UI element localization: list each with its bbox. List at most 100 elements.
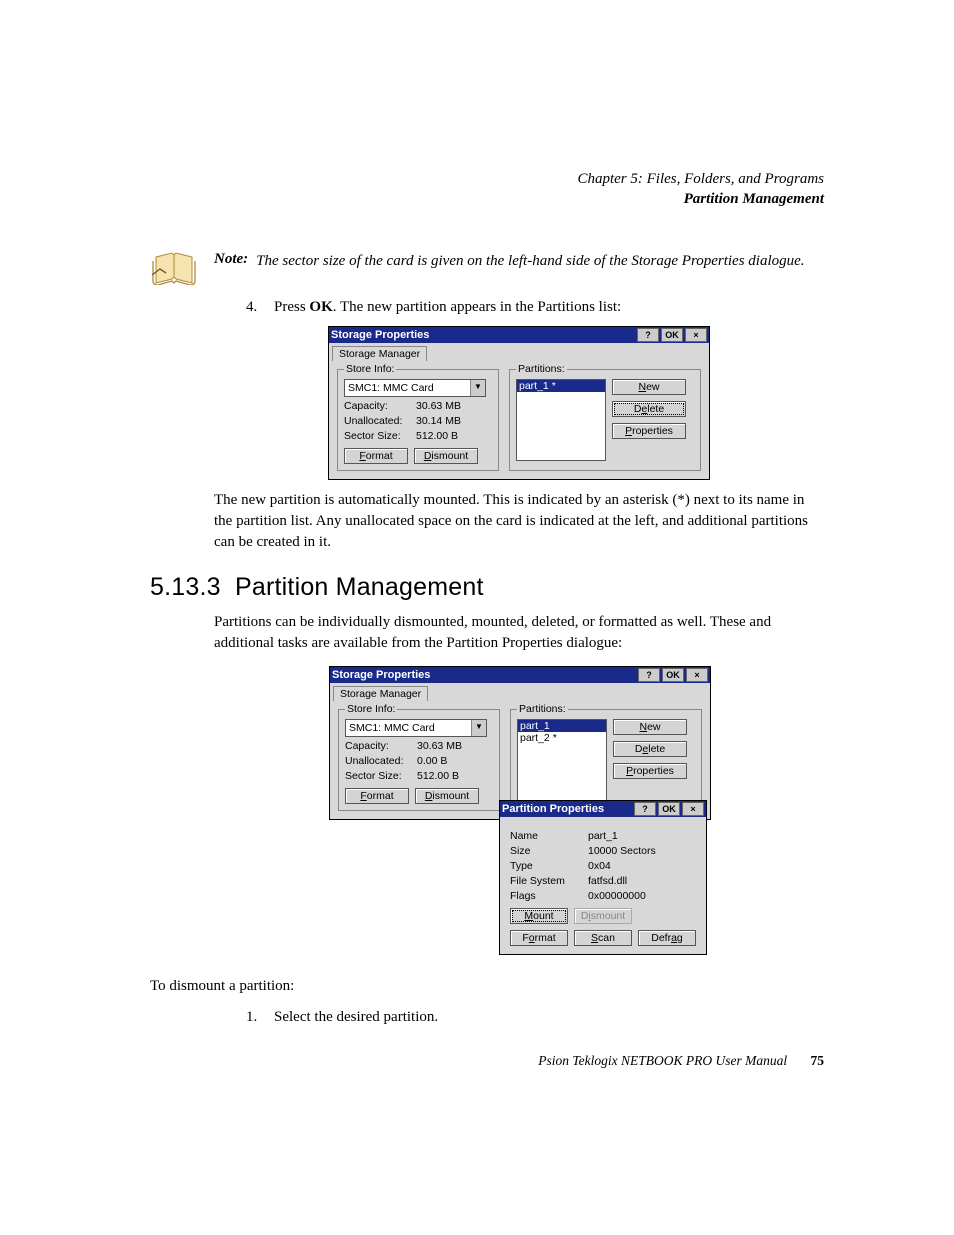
step-text: Press OK. The new partition appears in t… (274, 299, 621, 316)
close-button[interactable]: × (685, 328, 707, 342)
pp-fs-value: fatfsd.dll (588, 875, 627, 887)
partition-list[interactable]: part_1 * (516, 379, 606, 461)
partition-properties-dialog: Partition Properties ? OK × Namepart_1 S… (499, 800, 707, 955)
new-button[interactable]: New (613, 719, 687, 735)
tab-storage-manager[interactable]: Storage Manager (332, 346, 427, 361)
ok-button[interactable]: OK (662, 668, 684, 682)
page-header: Chapter 5: Files, Folders, and Programs … (150, 170, 824, 209)
step-pre: Press (274, 299, 309, 315)
sector-label: Sector Size: (345, 770, 417, 782)
device-dropdown[interactable]: SMC1: MMC Card ▼ (344, 379, 486, 397)
partition-list[interactable]: part_1 part_2 * (517, 719, 607, 801)
store-info-legend: Store Info: (344, 363, 396, 375)
titlebar: Storage Properties ? OK × (329, 327, 709, 343)
store-info-group: Store Info: SMC1: MMC Card ▼ Capacity:30… (338, 703, 500, 811)
titlebar: Partition Properties ? OK × (500, 801, 706, 817)
window-title: Partition Properties (502, 803, 604, 815)
scan-button[interactable]: Scan (574, 930, 632, 946)
partitions-legend: Partitions: (516, 363, 567, 375)
capacity-label: Capacity: (345, 740, 417, 752)
step-d1: 1. Select the desired partition. (246, 1009, 824, 1026)
book-icon (150, 249, 200, 285)
pp-type-label: Type (510, 860, 588, 872)
window-title: Storage Properties (331, 329, 429, 341)
chevron-down-icon: ▼ (471, 720, 486, 736)
unallocated-label: Unallocated: (344, 415, 416, 427)
page-number: 75 (811, 1053, 825, 1068)
unallocated-value: 0.00 B (417, 755, 447, 767)
step-4: 4. Press OK. The new partition appears i… (246, 299, 824, 316)
partition-item[interactable]: part_1 * (517, 380, 605, 392)
properties-button[interactable]: Properties (612, 423, 686, 439)
partition-item[interactable]: part_1 (518, 720, 606, 732)
note-label: Note: (214, 249, 248, 268)
help-button[interactable]: ? (638, 668, 660, 682)
storage-properties-dialog-1: Storage Properties ? OK × Storage Manage… (328, 326, 710, 480)
paragraph-after-dialog1: The new partition is automatically mount… (214, 490, 824, 553)
step-text: Select the desired partition. (274, 1009, 438, 1026)
pp-type-value: 0x04 (588, 860, 611, 872)
delete-button[interactable]: Delete (612, 401, 686, 417)
heading-num: 5.13.3 (150, 573, 221, 601)
unallocated-value: 30.14 MB (416, 415, 461, 427)
store-info-legend: Store Info: (345, 703, 397, 715)
heading-title: Partition Management (235, 573, 484, 601)
ok-button[interactable]: OK (658, 802, 680, 816)
close-button[interactable]: × (686, 668, 708, 682)
defrag-button[interactable]: Defrag (638, 930, 696, 946)
pm-intro: Partitions can be individually dismounte… (214, 612, 824, 654)
delete-button[interactable]: Delete (613, 741, 687, 757)
sector-value: 512.00 B (417, 770, 459, 782)
dismount-intro: To dismount a partition: (150, 976, 824, 997)
pp-flags-label: Flags (510, 890, 588, 902)
format-label-rest: ormat (366, 450, 393, 462)
dismount-button[interactable]: Dismount (414, 448, 478, 464)
unallocated-label: Unallocated: (345, 755, 417, 767)
dismount-label-rest: ismount (431, 450, 468, 462)
format-button[interactable]: Format (510, 930, 568, 946)
help-button[interactable]: ? (637, 328, 659, 342)
page-footer: Psion Teklogix NETBOOK PRO User Manual 7… (538, 1053, 824, 1069)
capacity-value: 30.63 MB (416, 400, 461, 412)
device-dropdown[interactable]: SMC1: MMC Card ▼ (345, 719, 487, 737)
pp-flags-value: 0x00000000 (588, 890, 646, 902)
note-text: The sector size of the card is given on … (256, 249, 804, 272)
capacity-value: 30.63 MB (417, 740, 462, 752)
partition-item[interactable]: part_2 * (518, 732, 606, 744)
mount-button[interactable]: Mount (510, 908, 568, 924)
partitions-group: Partitions: part_1 part_2 * New Delete P… (510, 703, 702, 811)
section-line: Partition Management (150, 190, 824, 210)
format-button[interactable]: Format (345, 788, 409, 804)
device-name: SMC1: MMC Card (346, 720, 471, 736)
ok-bold: OK (309, 299, 332, 315)
step-number: 4. (246, 299, 274, 316)
window-title: Storage Properties (332, 669, 430, 681)
device-name: SMC1: MMC Card (345, 380, 470, 396)
footer-text: Psion Teklogix NETBOOK PRO User Manual (538, 1053, 787, 1068)
titlebar: Storage Properties ? OK × (330, 667, 710, 683)
dismount-button-disabled: Dismount (574, 908, 632, 924)
pp-size-value: 10000 Sectors (588, 845, 656, 857)
pp-size-label: Size (510, 845, 588, 857)
chapter-line: Chapter 5: Files, Folders, and Programs (150, 170, 824, 190)
pp-name-value: part_1 (588, 830, 618, 842)
close-button[interactable]: × (682, 802, 704, 816)
step-number: 1. (246, 1009, 274, 1026)
partitions-group: Partitions: part_1 * New Delete Properti… (509, 363, 701, 471)
properties-button[interactable]: Properties (613, 763, 687, 779)
new-button[interactable]: New (612, 379, 686, 395)
chevron-down-icon: ▼ (470, 380, 485, 396)
sector-value: 512.00 B (416, 430, 458, 442)
step-post: . The new partition appears in the Parti… (333, 299, 621, 315)
format-button[interactable]: Format (344, 448, 408, 464)
dismount-button[interactable]: Dismount (415, 788, 479, 804)
sector-label: Sector Size: (344, 430, 416, 442)
pp-fs-label: File System (510, 875, 588, 887)
help-button[interactable]: ? (634, 802, 656, 816)
store-info-group: Store Info: SMC1: MMC Card ▼ Capacity:30… (337, 363, 499, 471)
tab-storage-manager[interactable]: Storage Manager (333, 686, 428, 701)
note-block: Note: The sector size of the card is giv… (150, 249, 824, 285)
heading-partition-management: 5.13.3 Partition Management (150, 573, 824, 602)
storage-properties-dialog-2: Storage Properties ? OK × Storage Manage… (329, 666, 711, 820)
ok-button[interactable]: OK (661, 328, 683, 342)
